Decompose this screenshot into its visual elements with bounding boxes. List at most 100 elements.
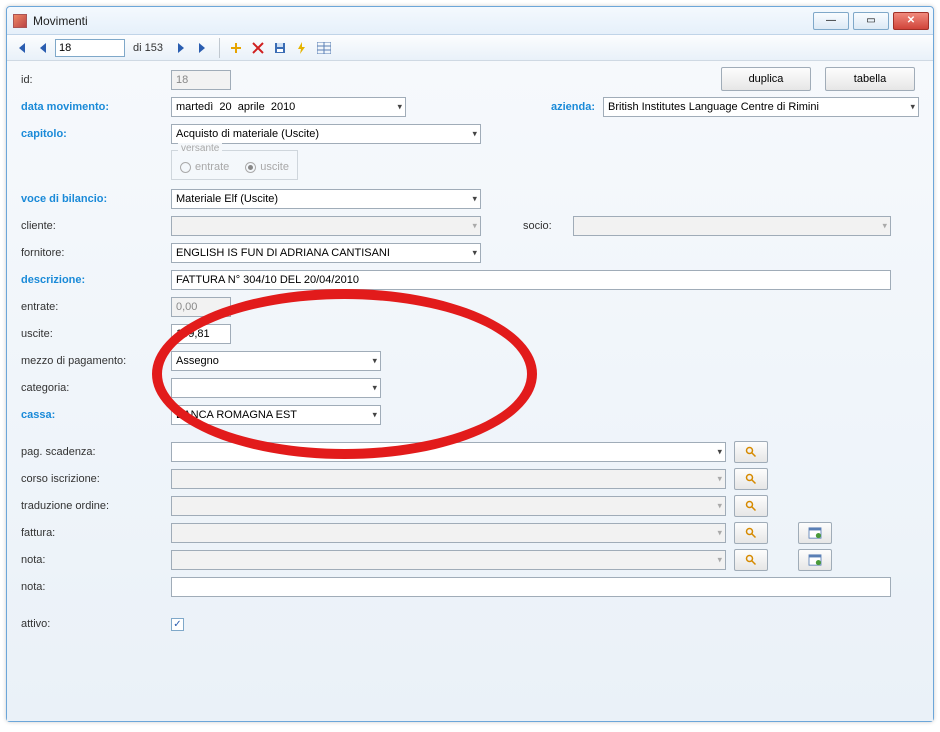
label-traduzione-ordine: traduzione ordine: [21, 500, 171, 512]
delete-record-button[interactable] [248, 38, 268, 58]
grid-icon [317, 42, 331, 54]
nota-combo [171, 550, 726, 570]
date-year: 2010 [271, 101, 295, 113]
versante-group: versante entrate uscite [171, 150, 298, 180]
first-record-button[interactable] [11, 38, 31, 58]
fattura-open-button[interactable] [798, 522, 832, 544]
fornitore-value: ENGLISH IS FUN DI ADRIANA CANTISANI [176, 247, 390, 259]
date-month: aprile [238, 101, 265, 113]
mezzo-pagamento-combo[interactable]: Assegno [171, 351, 381, 371]
label-corso-iscrizione: corso iscrizione: [21, 473, 171, 485]
go-prev-icon [39, 43, 47, 53]
azienda-value: British Institutes Language Centre di Ri… [608, 101, 819, 113]
label-capitolo: capitolo: [21, 128, 171, 140]
label-categoria: categoria: [21, 382, 171, 394]
cliente-combo [171, 216, 481, 236]
voce-bilancio-combo[interactable]: Materiale Elf (Uscite) [171, 189, 481, 209]
record-navigator-toolbar: di 153 [7, 35, 933, 61]
label-descrizione: descrizione: [21, 274, 171, 286]
capitolo-combo[interactable]: Acquisto di materiale (Uscite) [171, 124, 481, 144]
save-disk-icon [274, 42, 286, 54]
search-icon [745, 473, 757, 485]
traduzione-ordine-search-button[interactable] [734, 495, 768, 517]
fattura-search-button[interactable] [734, 522, 768, 544]
attivo-checkbox[interactable]: ✓ [171, 618, 184, 631]
socio-combo [573, 216, 891, 236]
date-day: 20 [219, 101, 231, 113]
label-cassa: cassa: [21, 409, 171, 421]
nota-search-button[interactable] [734, 549, 768, 571]
plus-icon [230, 42, 242, 54]
window-frame: Movimenti — ▭ ✕ di 153 [6, 6, 934, 722]
radio-entrate: entrate [180, 161, 229, 173]
date-picker[interactable]: martedì 20 aprile 2010 [171, 97, 406, 117]
mezzo-pagamento-value: Assegno [176, 355, 219, 367]
descrizione-field[interactable] [171, 270, 891, 290]
entrate-field [171, 297, 231, 317]
search-icon [745, 500, 757, 512]
label-pag-scadenza: pag. scadenza: [21, 446, 171, 458]
close-button[interactable]: ✕ [893, 12, 929, 30]
traduzione-ordine-combo [171, 496, 726, 516]
save-record-button[interactable] [270, 38, 290, 58]
go-last-icon [198, 43, 208, 53]
record-index-input[interactable] [55, 39, 125, 57]
corso-iscrizione-combo [171, 469, 726, 489]
label-azienda: azienda: [535, 101, 595, 113]
app-icon [13, 14, 27, 28]
search-icon [745, 446, 757, 458]
go-first-icon [16, 43, 26, 53]
corso-iscrizione-search-button[interactable] [734, 468, 768, 490]
maximize-button[interactable]: ▭ [853, 12, 889, 30]
capitolo-value: Acquisto di materiale (Uscite) [176, 128, 319, 140]
voce-bilancio-value: Materiale Elf (Uscite) [176, 193, 278, 205]
window-title: Movimenti [33, 14, 88, 28]
label-socio: socio: [523, 220, 573, 232]
label-data-movimento: data movimento: [21, 101, 171, 113]
duplica-button[interactable]: duplica [721, 67, 811, 91]
label-attivo: attivo: [21, 618, 171, 630]
date-weekday: martedì [176, 101, 213, 113]
label-voce-bilancio: voce di bilancio: [21, 193, 171, 205]
lightning-icon [296, 42, 308, 54]
minimize-button[interactable]: — [813, 12, 849, 30]
search-icon [745, 554, 757, 566]
window-controls: — ▭ ✕ [813, 12, 929, 30]
label-nota2: nota: [21, 581, 171, 593]
versante-title: versante [178, 143, 222, 154]
id-field [171, 70, 231, 90]
pag-scadenza-combo[interactable] [171, 442, 726, 462]
go-next-icon [177, 43, 185, 53]
uscite-field[interactable] [171, 324, 231, 344]
next-record-button[interactable] [171, 38, 191, 58]
pag-scadenza-search-button[interactable] [734, 441, 768, 463]
form-content: duplica tabella id: data movimento: mart… [7, 61, 933, 721]
fattura-combo [171, 523, 726, 543]
nota2-field[interactable] [171, 577, 891, 597]
label-id: id: [21, 74, 171, 86]
label-entrate: entrate: [21, 301, 171, 313]
cassa-value: BANCA ROMAGNA EST [176, 409, 297, 421]
delete-x-icon [252, 42, 264, 54]
refresh-button[interactable] [292, 38, 312, 58]
label-nota: nota: [21, 554, 171, 566]
label-fornitore: fornitore: [21, 247, 171, 259]
titlebar: Movimenti — ▭ ✕ [7, 7, 933, 35]
add-record-button[interactable] [226, 38, 246, 58]
tabella-button[interactable]: tabella [825, 67, 915, 91]
cassa-combo[interactable]: BANCA ROMAGNA EST [171, 405, 381, 425]
fornitore-combo[interactable]: ENGLISH IS FUN DI ADRIANA CANTISANI [171, 243, 481, 263]
radio-uscite: uscite [245, 161, 289, 173]
label-uscite: uscite: [21, 328, 171, 340]
categoria-combo[interactable] [171, 378, 381, 398]
label-fattura: fattura: [21, 527, 171, 539]
previous-record-button[interactable] [33, 38, 53, 58]
label-mezzo-pagamento: mezzo di pagamento: [21, 355, 171, 367]
open-form-icon [808, 554, 822, 566]
azienda-combo[interactable]: British Institutes Language Centre di Ri… [603, 97, 919, 117]
record-total: di 153 [133, 42, 163, 54]
open-form-icon [808, 527, 822, 539]
nota-open-button[interactable] [798, 549, 832, 571]
table-view-button[interactable] [314, 38, 334, 58]
last-record-button[interactable] [193, 38, 213, 58]
